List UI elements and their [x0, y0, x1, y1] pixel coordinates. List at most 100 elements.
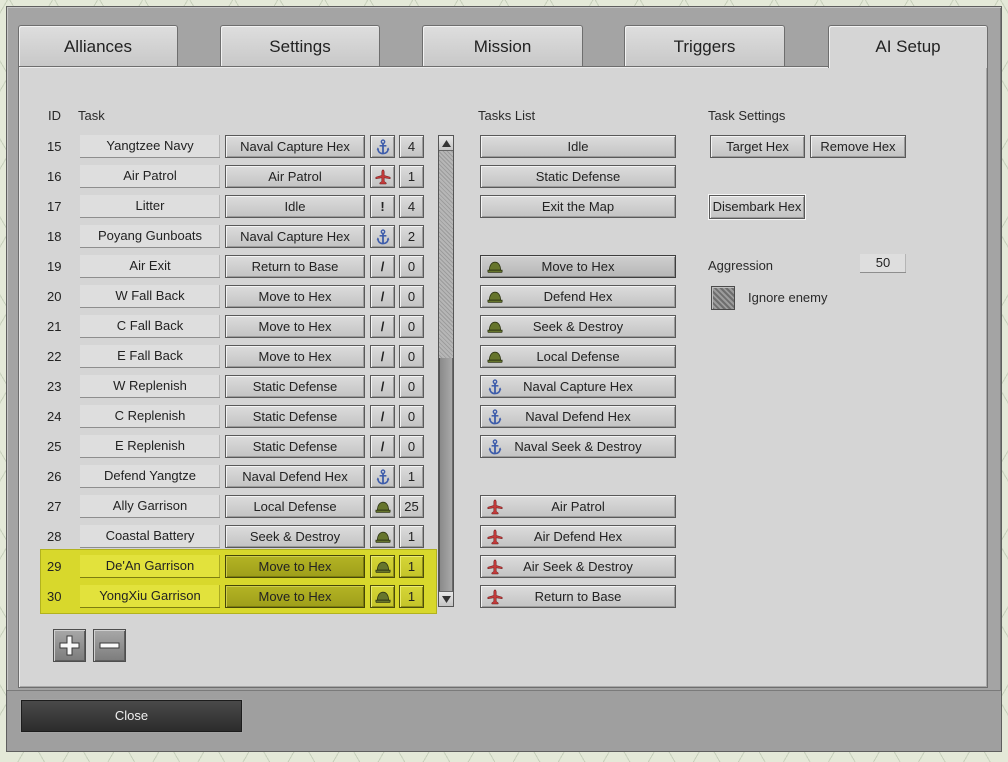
task-row[interactable]: 18 Poyang Gunboats Naval Capture Hex 2 [0, 225, 440, 248]
task-row[interactable]: 23 W Replenish Static Defense / 0 [0, 375, 440, 398]
task-list-item[interactable]: Seek & Destroy [480, 315, 676, 338]
row-task-type-button[interactable] [370, 465, 395, 488]
task-list-item[interactable]: Naval Capture Hex [480, 375, 676, 398]
row-unit-count[interactable]: 0 [399, 285, 424, 308]
ignore-enemy-checkbox[interactable] [711, 286, 735, 310]
task-list-item[interactable]: Idle [480, 135, 676, 158]
task-row[interactable]: 19 Air Exit Return to Base / 0 [0, 255, 440, 278]
row-unit-count[interactable]: 4 [399, 195, 424, 218]
row-name-field[interactable]: Air Patrol [80, 165, 220, 188]
task-list-item[interactable]: Defend Hex [480, 285, 676, 308]
row-name-field[interactable]: Poyang Gunboats [80, 225, 220, 248]
row-unit-count[interactable]: 1 [399, 465, 424, 488]
row-name-field[interactable]: Coastal Battery [80, 525, 220, 548]
task-list-item[interactable]: Move to Hex [480, 255, 676, 278]
row-unit-count[interactable]: 1 [399, 585, 424, 608]
row-task-button[interactable]: Static Defense [225, 375, 365, 398]
row-name-field[interactable]: C Fall Back [80, 315, 220, 338]
row-name-field[interactable]: C Replenish [80, 405, 220, 428]
row-task-type-button[interactable]: / [370, 375, 395, 398]
row-task-button[interactable]: Move to Hex [225, 315, 365, 338]
row-task-type-button[interactable]: / [370, 435, 395, 458]
row-unit-count[interactable]: 25 [399, 495, 424, 518]
row-unit-count[interactable]: 0 [399, 435, 424, 458]
row-unit-count[interactable]: 1 [399, 165, 424, 188]
scroll-thumb[interactable] [439, 358, 453, 591]
task-row[interactable]: 26 Defend Yangtze Naval Defend Hex 1 [0, 465, 440, 488]
row-name-field[interactable]: E Replenish [80, 435, 220, 458]
row-task-button[interactable]: Move to Hex [225, 555, 365, 578]
task-list-item[interactable]: Air Patrol [480, 495, 676, 518]
row-unit-count[interactable]: 0 [399, 255, 424, 278]
task-row[interactable]: 27 Ally Garrison Local Defense 25 [0, 495, 440, 518]
target-hex-button[interactable]: Target Hex [710, 135, 805, 158]
row-task-button[interactable]: Local Defense [225, 495, 365, 518]
close-button[interactable]: Close [20, 699, 243, 733]
row-task-type-button[interactable]: / [370, 405, 395, 428]
task-row[interactable]: 16 Air Patrol Air Patrol 1 [0, 165, 440, 188]
row-task-button[interactable]: Seek & Destroy [225, 525, 365, 548]
task-list-item[interactable]: Naval Seek & Destroy [480, 435, 676, 458]
row-task-type-button[interactable] [370, 495, 395, 518]
row-task-type-button[interactable]: ! [370, 195, 395, 218]
add-task-button[interactable] [53, 629, 86, 662]
task-row[interactable]: 25 E Replenish Static Defense / 0 [0, 435, 440, 458]
task-row[interactable]: 20 W Fall Back Move to Hex / 0 [0, 285, 440, 308]
row-unit-count[interactable]: 1 [399, 525, 424, 548]
row-name-field[interactable]: E Fall Back [80, 345, 220, 368]
row-task-button[interactable]: Idle [225, 195, 365, 218]
task-row[interactable]: 28 Coastal Battery Seek & Destroy 1 [0, 525, 440, 548]
row-task-button[interactable]: Static Defense [225, 435, 365, 458]
row-name-field[interactable]: Defend Yangtze [80, 465, 220, 488]
scroll-up-button[interactable] [439, 136, 453, 151]
row-task-button[interactable]: Naval Defend Hex [225, 465, 365, 488]
task-list-item[interactable]: Static Defense [480, 165, 676, 188]
row-name-field[interactable]: YongXiu Garrison [80, 585, 220, 608]
task-row[interactable]: 30 YongXiu Garrison Move to Hex 1 [0, 585, 440, 608]
remove-task-button[interactable] [93, 629, 126, 662]
aggression-input[interactable]: 50 [860, 254, 906, 273]
task-row[interactable]: 24 C Replenish Static Defense / 0 [0, 405, 440, 428]
row-unit-count[interactable]: 0 [399, 315, 424, 338]
task-list-item[interactable]: Exit the Map [480, 195, 676, 218]
task-list-item[interactable]: Return to Base [480, 585, 676, 608]
row-task-button[interactable]: Return to Base [225, 255, 365, 278]
row-task-button[interactable]: Air Patrol [225, 165, 365, 188]
row-task-button[interactable]: Static Defense [225, 405, 365, 428]
row-name-field[interactable]: Ally Garrison [80, 495, 220, 518]
disembark-hex-button[interactable]: Disembark Hex [709, 195, 805, 219]
row-task-type-button[interactable] [370, 555, 395, 578]
task-list-item[interactable]: Air Defend Hex [480, 525, 676, 548]
row-unit-count[interactable]: 0 [399, 375, 424, 398]
row-name-field[interactable]: Yangtzee Navy [80, 135, 220, 158]
task-list-item[interactable]: Local Defense [480, 345, 676, 368]
row-task-type-button[interactable]: / [370, 315, 395, 338]
task-row[interactable]: 15 Yangtzee Navy Naval Capture Hex 4 [0, 135, 440, 158]
row-task-type-button[interactable] [370, 165, 395, 188]
task-row[interactable]: 29 De'An Garrison Move to Hex 1 [0, 555, 440, 578]
row-name-field[interactable]: Air Exit [80, 255, 220, 278]
task-row[interactable]: 21 C Fall Back Move to Hex / 0 [0, 315, 440, 338]
row-task-type-button[interactable]: / [370, 255, 395, 278]
row-name-field[interactable]: W Fall Back [80, 285, 220, 308]
row-task-button[interactable]: Move to Hex [225, 285, 365, 308]
row-name-field[interactable]: W Replenish [80, 375, 220, 398]
row-unit-count[interactable]: 4 [399, 135, 424, 158]
task-row[interactable]: 17 Litter Idle! 4 [0, 195, 440, 218]
row-task-type-button[interactable] [370, 225, 395, 248]
row-unit-count[interactable]: 0 [399, 405, 424, 428]
row-task-button[interactable]: Move to Hex [225, 345, 365, 368]
row-task-type-button[interactable] [370, 525, 395, 548]
row-task-button[interactable]: Move to Hex [225, 585, 365, 608]
row-name-field[interactable]: Litter [80, 195, 220, 218]
row-task-type-button[interactable]: / [370, 285, 395, 308]
row-task-button[interactable]: Naval Capture Hex [225, 225, 365, 248]
task-table-scrollbar[interactable] [438, 135, 454, 607]
row-task-type-button[interactable] [370, 135, 395, 158]
remove-hex-button[interactable]: Remove Hex [810, 135, 906, 158]
scroll-down-button[interactable] [439, 591, 453, 606]
row-name-field[interactable]: De'An Garrison [80, 555, 220, 578]
row-unit-count[interactable]: 1 [399, 555, 424, 578]
row-task-type-button[interactable] [370, 585, 395, 608]
task-row[interactable]: 22 E Fall Back Move to Hex / 0 [0, 345, 440, 368]
